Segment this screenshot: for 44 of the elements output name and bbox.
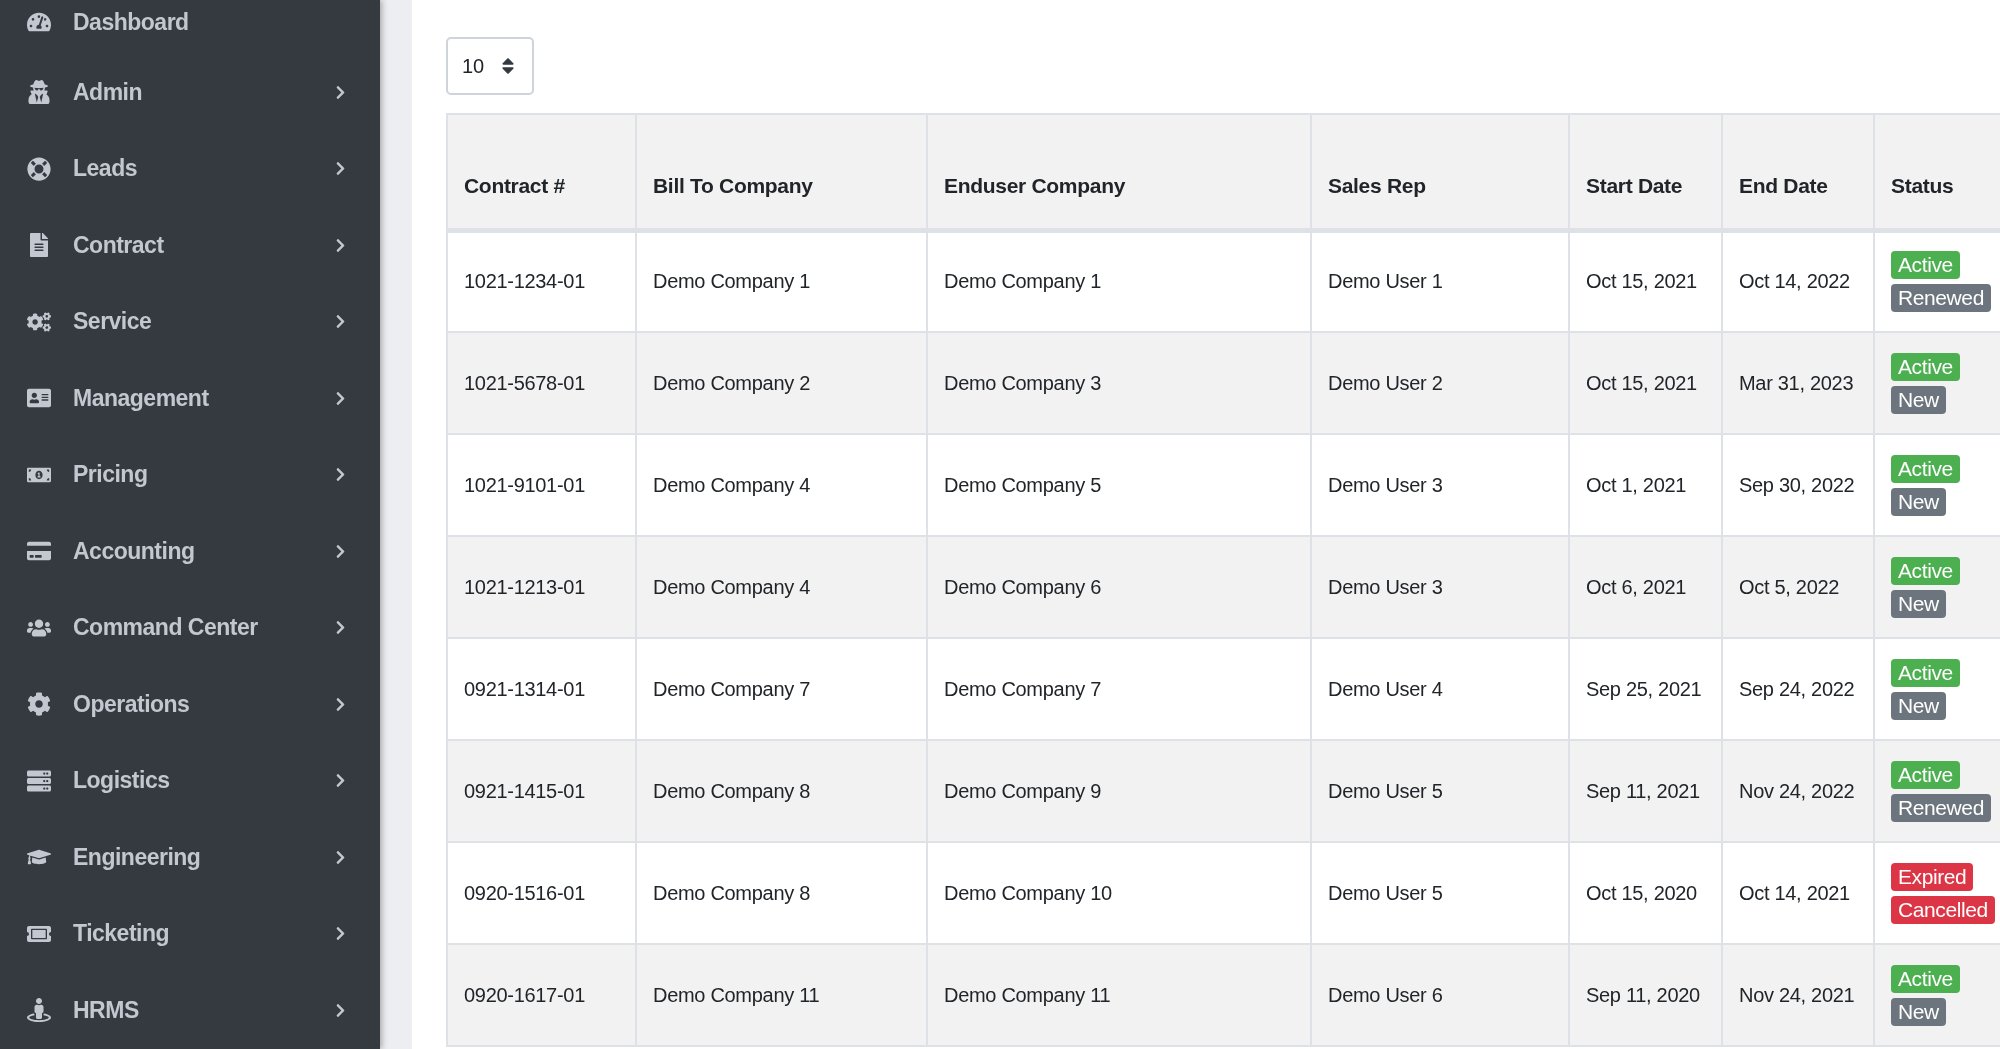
sidebar-item[interactable]: Dashboard — [0, 0, 380, 54]
column-header: End Date — [1722, 114, 1874, 230]
status-badge: Active — [1891, 352, 1960, 381]
column-header: Sales Rep — [1311, 114, 1569, 230]
status-badge: New — [1891, 997, 1946, 1026]
status-badge: Expired — [1891, 862, 1974, 891]
sidebar-item[interactable]: Operations — [0, 666, 380, 743]
sidebar-item[interactable]: Command Center — [0, 589, 380, 666]
status-badge: Cancelled — [1891, 895, 1995, 924]
table-cell: Sep 11, 2020 — [1569, 944, 1722, 1046]
sidebar-item[interactable]: Management — [0, 360, 380, 437]
status-badge: Active — [1891, 556, 1960, 585]
column-header: Enduser Company — [927, 114, 1311, 230]
column-header: Bill To Company — [636, 114, 927, 230]
sidebar-item[interactable]: HRMS — [0, 972, 380, 1049]
sidebar-item[interactable]: Contract — [0, 207, 380, 284]
column-header: Status — [1874, 114, 2000, 230]
status-badge: Active — [1891, 658, 1960, 687]
column-header: Start Date — [1569, 114, 1722, 230]
status-badge: Renewed — [1891, 284, 1991, 313]
sidebar-item[interactable]: Logistics — [0, 742, 380, 819]
status-badge: New — [1891, 589, 1946, 618]
sidebar-item[interactable]: Pricing — [0, 436, 380, 513]
status-badge: Active — [1891, 454, 1960, 483]
table-cell: 0920-1617-01 — [447, 944, 636, 1046]
status-badge: Renewed — [1891, 793, 1991, 822]
page-size-select[interactable]: 10 — [446, 37, 534, 95]
column-header: Contract # — [447, 114, 636, 230]
sidebar-item[interactable]: Accounting — [0, 513, 380, 590]
table-cell: Demo Company 11 — [636, 944, 927, 1046]
status-badge: Active — [1891, 964, 1960, 993]
status-badge: Active — [1891, 251, 1960, 280]
sidebar-item[interactable]: Leads — [0, 130, 380, 207]
sidebar-item[interactable]: Service — [0, 283, 380, 360]
table-cell: Demo User 6 — [1311, 944, 1569, 1046]
table-cell: Nov 24, 2021 — [1722, 944, 1874, 1046]
sidebar-item[interactable]: Ticketing — [0, 895, 380, 972]
sidebar-item[interactable]: Engineering — [0, 819, 380, 896]
sidebar-item[interactable]: Admin — [0, 54, 380, 131]
status-badge: New — [1891, 487, 1946, 516]
status-badge: Active — [1891, 760, 1960, 789]
status-badge: New — [1891, 691, 1946, 720]
status-badge: New — [1891, 385, 1946, 414]
table-cell: Demo Company 11 — [927, 944, 1311, 1046]
